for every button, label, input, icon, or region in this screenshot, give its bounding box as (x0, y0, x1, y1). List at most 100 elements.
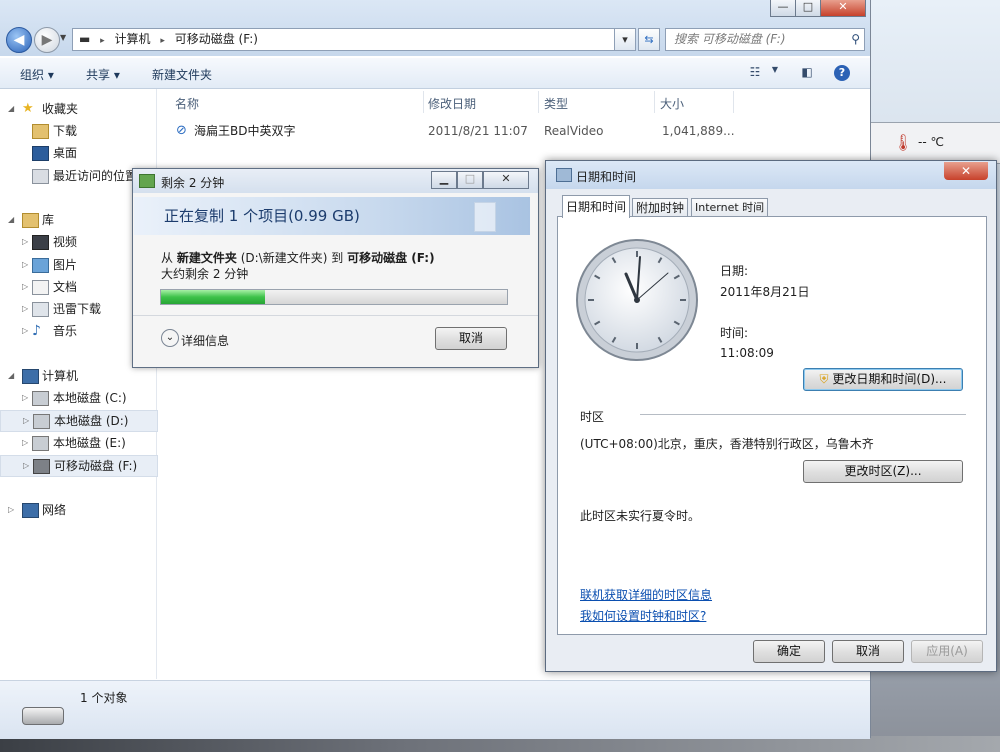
nav-label: 迅雷下载 (53, 302, 102, 316)
back-button[interactable]: ◀ (6, 27, 32, 53)
music-icon: ♪ (32, 323, 41, 339)
cancel-button[interactable]: 取消 (832, 640, 904, 663)
cancel-copy-button[interactable]: 取消 (435, 327, 507, 350)
column-divider[interactable] (538, 91, 539, 113)
column-divider[interactable] (654, 91, 655, 113)
expand-arrow-icon[interactable]: ▷ (22, 433, 28, 453)
tab-date-time[interactable]: 日期和时间 (562, 195, 631, 218)
chevron-down-icon: ▾ (622, 33, 628, 46)
copy-dialog-title: 剩余 2 分钟 (161, 176, 225, 190)
nav-drive-d[interactable]: ▷ 本地磁盘 (D:) (0, 410, 158, 432)
refresh-button[interactable]: ⇆ (638, 28, 660, 51)
expand-arrow-icon[interactable]: ◢ (8, 366, 14, 386)
search-input[interactable]: 搜索 可移动磁盘 (F:) ⚲ (665, 28, 865, 51)
tab-additional-clocks[interactable]: 附加时钟 (632, 198, 689, 217)
nav-network[interactable]: ▷ 网络 (0, 500, 156, 520)
nav-computer[interactable]: ◢ 计算机 (0, 366, 156, 386)
expand-arrow-icon[interactable]: ▷ (23, 411, 29, 431)
close-button[interactable]: ✕ (944, 162, 988, 180)
picture-library-icon (32, 258, 49, 273)
video-library-icon (32, 235, 49, 250)
column-header-name[interactable]: 名称 (175, 95, 199, 112)
copy-from-to: 从 新建文件夹 (D:\新建文件夹) 到 可移动磁盘 (F:) (161, 249, 435, 266)
clock-help-link[interactable]: 我如何设置时钟和时区? (580, 607, 706, 624)
column-header-type[interactable]: 类型 (544, 95, 568, 112)
realvideo-file-icon: ⊘ (176, 123, 187, 138)
thermometer-icon: 🌡 (893, 133, 914, 152)
expand-arrow-icon[interactable]: ▷ (22, 321, 28, 341)
tab-internet-time[interactable]: Internet 时间 (691, 198, 769, 217)
expand-arrow-icon[interactable]: ◢ (8, 210, 14, 230)
minimize-button[interactable]: — (770, 0, 796, 17)
timezone-info-link[interactable]: 联机获取详细的时区信息 (580, 586, 712, 603)
nav-drive-f[interactable]: ▷ 可移动磁盘 (F:) (0, 455, 158, 477)
column-header-modified[interactable]: 修改日期 (428, 95, 476, 112)
forward-button[interactable]: ▶ (34, 27, 60, 53)
timezone-value: (UTC+08:00)北京，重庆，香港特别行政区，乌鲁木齐 (580, 437, 874, 451)
search-placeholder: 搜索 可移动磁盘 (F:) (674, 32, 786, 46)
time-label: 时间: (720, 326, 749, 340)
expand-arrow-icon[interactable]: ▷ (22, 232, 28, 252)
copy-heading-banner: 正在复制 1 个项目(0.99 GB) (134, 197, 530, 235)
preview-pane-icon[interactable]: ◧ (798, 65, 816, 81)
forward-arrow-icon: ▶ (41, 32, 53, 48)
view-options-icon[interactable]: ☷ (746, 65, 764, 81)
nav-label: 收藏夹 (42, 102, 79, 116)
expand-arrow-icon[interactable]: ▷ (22, 255, 28, 275)
expand-arrow-icon[interactable]: ▷ (22, 388, 28, 408)
nav-label: 本地磁盘 (E:) (53, 436, 126, 450)
nav-desktop[interactable]: 桌面 (0, 143, 156, 163)
share-menu[interactable]: 共享 ▾ (86, 66, 120, 83)
column-header-size[interactable]: 大小 (660, 95, 684, 112)
refresh-icon: ⇆ (644, 33, 654, 46)
search-icon[interactable]: ⚲ (851, 29, 860, 50)
breadcrumb-drive-f[interactable]: 可移动磁盘 (F:) (175, 32, 258, 46)
view-dropdown-icon[interactable]: ▼ (766, 65, 784, 81)
close-button[interactable]: ✕ (820, 0, 866, 17)
address-bar[interactable]: ▬ ▸ 计算机 ▸ 可移动磁盘 (F:) (72, 28, 634, 51)
nav-label: 计算机 (42, 369, 79, 383)
from-folder[interactable]: 新建文件夹 (177, 251, 237, 265)
expand-arrow-icon[interactable]: ▷ (8, 500, 14, 520)
expand-arrow-icon[interactable]: ▷ (22, 299, 28, 319)
details-toggle[interactable]: 详细信息 (181, 332, 229, 349)
dst-note: 此时区未实行夏令时。 (580, 509, 701, 523)
timezone-section-label: 时区 (580, 410, 605, 424)
removable-drive-icon (33, 459, 50, 474)
maximize-button[interactable]: □ (795, 0, 821, 17)
new-folder-button[interactable]: 新建文件夹 (152, 66, 212, 83)
file-row[interactable]: ⊘ 海扁王BD中英双字 2011/8/21 11:07 RealVideo 1,… (172, 121, 735, 141)
recent-pages-icon[interactable]: ▼ (60, 33, 66, 42)
column-divider[interactable] (733, 91, 734, 113)
change-timezone-button[interactable]: 更改时区(Z)... (803, 460, 963, 483)
divider (640, 414, 966, 415)
minimize-button[interactable]: ▁ (431, 171, 457, 189)
organize-menu[interactable]: 组织 ▾ (20, 66, 54, 83)
expand-arrow-icon[interactable]: ▷ (23, 456, 29, 476)
change-datetime-button[interactable]: ⛨ 更改日期和时间(D)... (803, 368, 963, 391)
nav-favorites[interactable]: ◢ ★ 收藏夹 (0, 99, 156, 119)
nav-drive-c[interactable]: ▷ 本地磁盘 (C:) (0, 388, 156, 408)
help-icon[interactable]: ? (834, 65, 850, 81)
computer-icon (22, 369, 39, 384)
nav-downloads[interactable]: 下载 (0, 121, 156, 141)
nav-drive-e[interactable]: ▷ 本地磁盘 (E:) (0, 433, 156, 453)
date-label: 日期: (720, 264, 749, 278)
to-folder[interactable]: 可移动磁盘 (F:) (347, 251, 435, 265)
explorer-titlebar: — □ ✕ ◀ ▶ ▼ ▬ ▸ 计算机 ▸ 可移动磁盘 (F:) ▾ ⇆ 搜索 … (0, 0, 870, 56)
expand-arrow-icon[interactable]: ◢ (8, 99, 14, 119)
expand-details-icon[interactable]: ⌄ (161, 329, 179, 347)
close-button[interactable]: ✕ (483, 171, 529, 189)
background-window: 🌡 -- ℃ (862, 122, 1000, 164)
address-dropdown-button[interactable]: ▾ (614, 28, 636, 51)
library-icon (22, 213, 39, 228)
ok-button[interactable]: 确定 (753, 640, 825, 663)
expand-arrow-icon[interactable]: ▷ (22, 277, 28, 297)
to-label: 到 (331, 251, 344, 265)
analog-clock-icon (576, 239, 698, 361)
uac-shield-icon: ⛨ (819, 372, 829, 386)
datetime-panel: 日期: 2011年8月21日 时间: 11:08:09 ⛨ 更改日期和时间(D)… (557, 216, 987, 635)
column-divider[interactable] (423, 91, 424, 113)
file-icon (474, 202, 496, 232)
breadcrumb-computer[interactable]: 计算机 (115, 32, 151, 46)
